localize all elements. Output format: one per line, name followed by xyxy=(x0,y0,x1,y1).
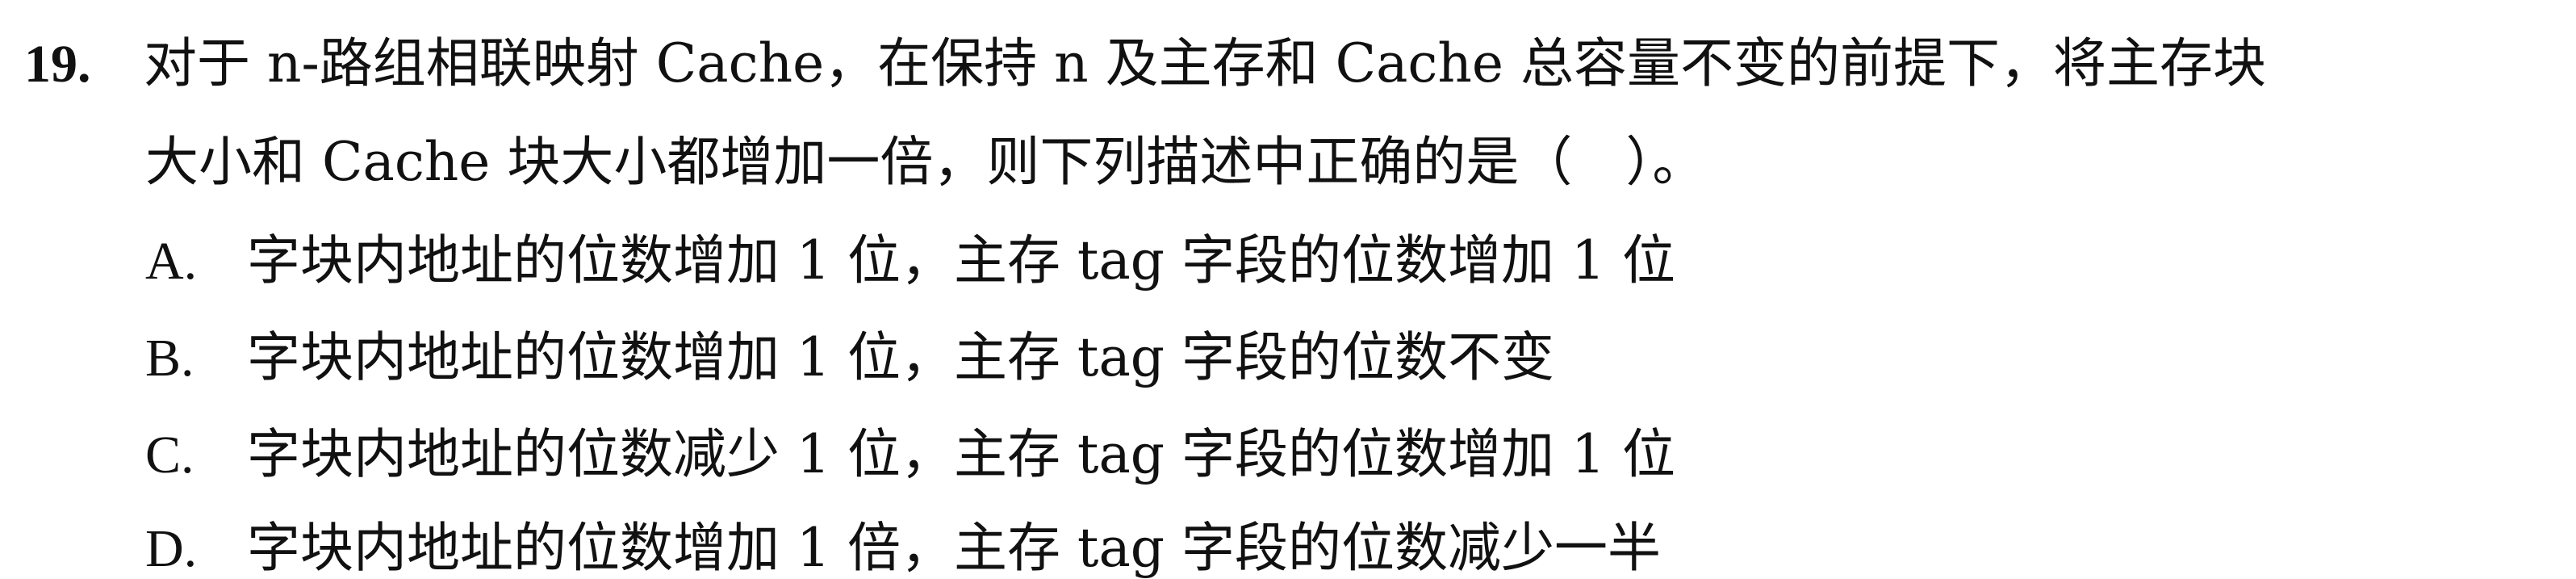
question-stem-text-1: 对于 n-路组相联映射 Cache，在保持 n 及主存和 Cache 总容量不变… xyxy=(144,32,2266,94)
option-d: D. 字块内地址的位数增加 1 倍，主存 tag 字段的位数减少一半 xyxy=(145,517,1662,579)
question-number: 19. xyxy=(24,35,91,94)
option-b: B. 字块内地址的位数增加 1 位，主存 tag 字段的位数不变 xyxy=(145,326,1555,388)
option-b-text: 字块内地址的位数增加 1 位，主存 tag 字段的位数不变 xyxy=(247,326,1555,388)
option-a-text: 字块内地址的位数增加 1 位，主存 tag 字段的位数增加 1 位 xyxy=(247,229,1675,292)
option-b-label: B. xyxy=(145,329,194,388)
question-stem-line-2: 大小和 Cache 块大小都增加一倍，则下列描述中正确的是（ ）。 xyxy=(145,131,1706,193)
question-stem-line-1: 19. 对于 n-路组相联映射 Cache，在保持 n 及主存和 Cache 总容… xyxy=(24,35,2266,94)
option-c-label: C. xyxy=(145,426,194,485)
option-c-text: 字块内地址的位数减少 1 位，主存 tag 字段的位数增加 1 位 xyxy=(247,423,1675,485)
option-a-label: A. xyxy=(145,232,198,291)
option-c: C. 字块内地址的位数减少 1 位，主存 tag 字段的位数增加 1 位 xyxy=(145,423,1675,485)
option-d-label: D. xyxy=(145,519,198,578)
option-d-text: 字块内地址的位数增加 1 倍，主存 tag 字段的位数减少一半 xyxy=(247,517,1662,579)
option-a: A. 字块内地址的位数增加 1 位，主存 tag 字段的位数增加 1 位 xyxy=(145,229,1675,292)
